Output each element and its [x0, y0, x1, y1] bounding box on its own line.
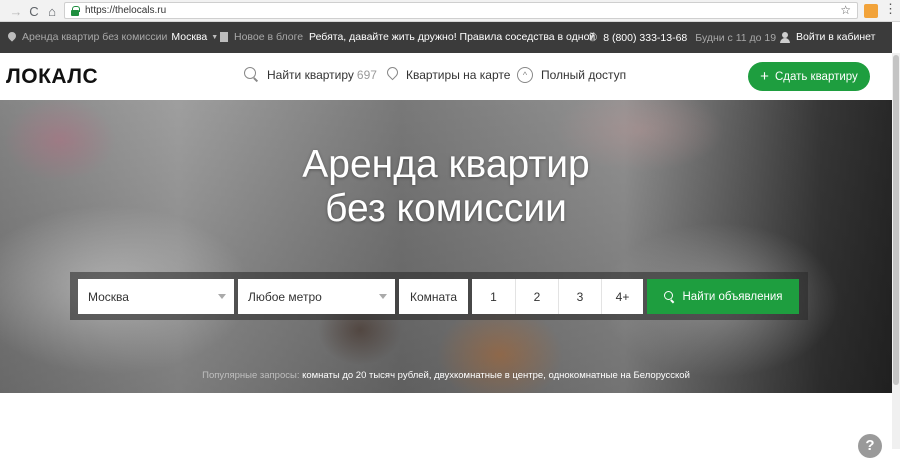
site-logo[interactable]: ЛОКАЛС — [6, 65, 98, 89]
phone-number[interactable]: 8 (800) 333-13-68 — [603, 32, 687, 44]
lock-icon — [71, 6, 80, 16]
rooms-2-button[interactable]: 2 — [515, 279, 558, 314]
top-info-bar: Аренда квартир без комиссии Москва ▼ Нов… — [0, 22, 892, 53]
extension-icon[interactable] — [864, 4, 878, 18]
popular-label: Популярные запросы: — [202, 370, 300, 381]
nav-full-access[interactable]: ^ Полный доступ — [517, 67, 626, 83]
find-listings-label: Найти объявления — [682, 290, 783, 303]
popular-queries: Популярные запросы: комнаты до 20 тысяч … — [0, 370, 892, 381]
rooms-3-button[interactable]: 3 — [558, 279, 601, 314]
hero-title: Аренда квартир без комиссии — [0, 143, 892, 231]
nav-full-access-label: Полный доступ — [541, 68, 627, 82]
search-panel: Москва Любое метро Комната 1 2 3 4+ Найт… — [70, 272, 808, 320]
blog-news[interactable]: Новое в блоге Ребята, давайте жить дружн… — [220, 31, 595, 43]
chevron-down-icon — [218, 294, 226, 299]
hero-title-line-1: Аренда квартир — [302, 143, 590, 186]
star-icon[interactable]: ☆ — [840, 3, 851, 18]
rooms-1-button[interactable]: 1 — [472, 279, 515, 314]
work-hours: Будни с 11 до 19 — [695, 31, 777, 44]
city-selector[interactable]: Аренда квартир без комиссии Москва ▼ — [8, 31, 218, 43]
chevron-down-icon — [379, 294, 387, 299]
metro-select[interactable]: Любое метро — [238, 279, 395, 314]
room-type-button[interactable]: Комната — [399, 279, 468, 314]
nav-find-apartment[interactable]: Найти квартиру 697 — [244, 67, 377, 82]
rooms-4plus-button[interactable]: 4+ — [601, 279, 643, 314]
login-link[interactable]: Войти в кабинет — [780, 31, 875, 43]
site-header: ЛОКАЛС Найти квартиру 697 Квартиры на ка… — [0, 53, 892, 100]
phone-block: ✆ 8 (800) 333-13-68 Будни с 11 до 19 — [588, 31, 777, 45]
city-select[interactable]: Москва — [78, 279, 234, 314]
nav-map-label: Квартиры на карте — [406, 68, 511, 82]
hero-title-line-2: без комиссии — [325, 187, 567, 230]
scrollbar-thumb[interactable] — [893, 55, 899, 385]
browser-menu-icon[interactable]: ⋮ — [884, 1, 897, 17]
document-icon — [220, 32, 228, 42]
find-listings-button[interactable]: Найти объявления — [647, 279, 799, 314]
nav-find-label: Найти квартиру — [267, 67, 354, 82]
phone-icon: ✆ — [588, 32, 598, 44]
help-question-icon[interactable]: ? — [858, 434, 882, 458]
search-icon — [663, 291, 675, 302]
popular-queries-links[interactable]: комнаты до 20 тысяч рублей, двухкомнатны… — [302, 370, 690, 381]
blog-label: Новое в блоге — [234, 31, 304, 43]
plus-icon: + — [760, 68, 769, 85]
city-select-value: Москва — [88, 289, 129, 304]
city-name: Москва — [171, 31, 208, 43]
caret-down-icon: ▼ — [211, 33, 219, 41]
location-pin-icon — [8, 32, 16, 43]
nav-map[interactable]: Квартиры на карте — [386, 67, 510, 83]
hero-section: Аренда квартир без комиссии Москва Любое… — [0, 100, 892, 393]
metro-select-value: Любое метро — [248, 289, 322, 304]
reload-icon[interactable]: C — [24, 1, 44, 21]
url-text: https://thelocals.ru — [85, 5, 167, 16]
address-bar[interactable]: https://thelocals.ru ☆ — [64, 2, 858, 19]
browser-toolbar: → C ⌂ https://thelocals.ru ☆ ⋮ — [0, 0, 900, 22]
home-icon[interactable]: ⌂ — [42, 1, 62, 21]
apartment-count: 697 — [356, 67, 377, 82]
add-apartment-label: Сдать квартиру — [774, 70, 858, 83]
back-icon[interactable]: → — [6, 1, 26, 21]
chevron-up-icon: ^ — [517, 67, 533, 83]
search-icon — [244, 67, 259, 82]
add-apartment-button[interactable]: + Сдать квартиру — [748, 62, 870, 91]
blog-post-link[interactable]: Ребята, давайте жить дружно! Правила сос… — [309, 31, 595, 43]
city-caption: Аренда квартир без комиссии — [22, 31, 168, 43]
user-icon — [780, 31, 790, 43]
map-pin-icon — [386, 67, 398, 83]
login-label: Войти в кабинет — [796, 31, 876, 43]
